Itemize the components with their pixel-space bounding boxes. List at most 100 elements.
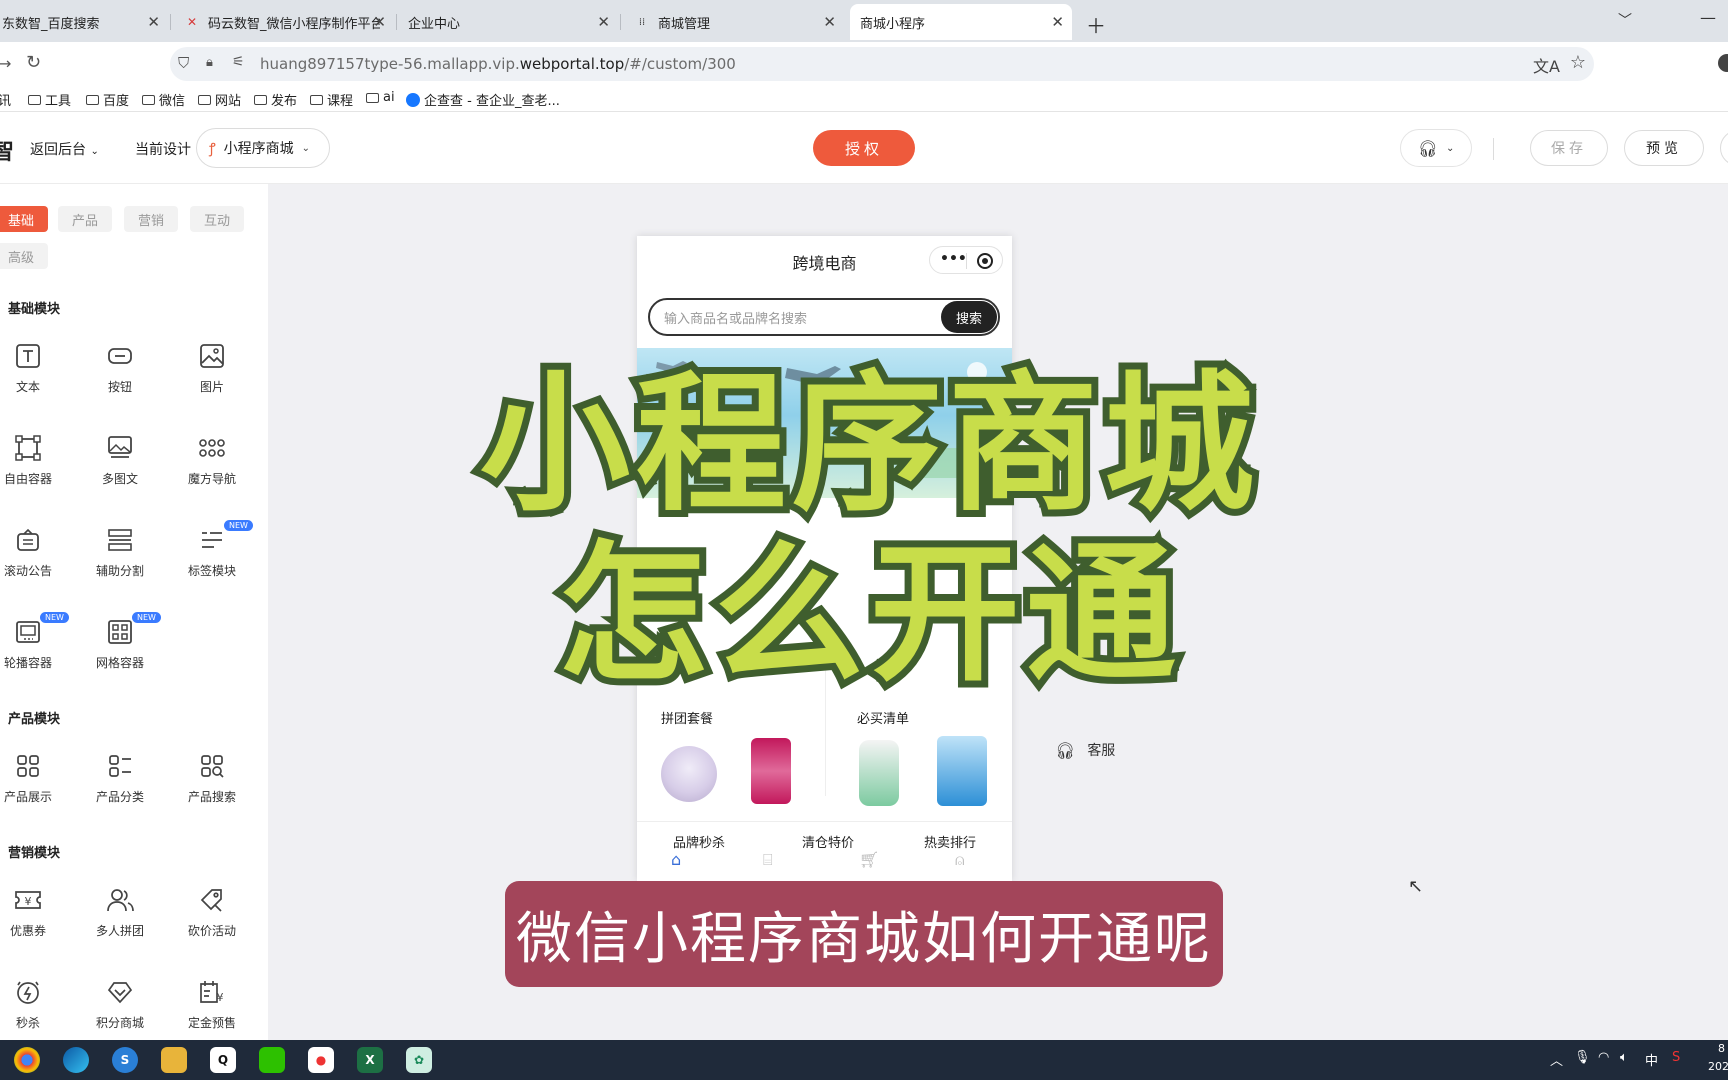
help-icon[interactable] xyxy=(1718,54,1728,72)
tab-basic[interactable]: 基础 xyxy=(0,206,48,232)
bookmark-folder[interactable]: 微信 xyxy=(142,90,185,109)
chevron-down-icon[interactable]: ﹀ xyxy=(1618,10,1632,30)
bookmark-qichacha[interactable]: 企查查 - 查企业_查老... xyxy=(406,90,560,109)
widget-text[interactable]: 文本 xyxy=(0,334,73,404)
tray-chevron-icon[interactable]: ︿ xyxy=(1550,1050,1563,1069)
shield-icon[interactable]: ⛉ xyxy=(178,54,189,72)
sogou-browser-icon[interactable]: S xyxy=(112,1047,138,1073)
user-icon[interactable]: ⍝ xyxy=(955,850,965,870)
side-tool-customer-service[interactable]: 🎧︎ 客服 xyxy=(1055,740,1115,760)
tab-interaction[interactable]: 互动 xyxy=(190,206,244,232)
bookmark-item[interactable]: 讯 xyxy=(0,90,11,109)
close-icon[interactable]: ✕ xyxy=(597,13,610,31)
deal-title-must-buy[interactable]: 必买清单 xyxy=(857,708,909,727)
search-button[interactable]: 搜索 xyxy=(941,301,997,333)
widget-product-search[interactable]: 产品搜索 xyxy=(167,744,257,814)
url-field[interactable]: ⛉ 🔒︎ ⚟ huang897157type-56.mallapp.vip.we… xyxy=(170,47,1594,81)
bookmark-folder[interactable]: ai xyxy=(366,90,395,105)
clock-date[interactable]: 202 xyxy=(1708,1060,1728,1073)
chrome-icon[interactable] xyxy=(14,1047,40,1073)
close-icon[interactable]: ✕ xyxy=(823,13,836,31)
video-editor-icon[interactable]: ● xyxy=(308,1047,334,1073)
more-icon[interactable]: ••• xyxy=(940,251,967,267)
store-icon[interactable]: ⌸ xyxy=(763,850,773,870)
widget-notice[interactable]: 滚动公告 xyxy=(0,518,73,588)
new-tab-icon[interactable]: ＋ xyxy=(1086,10,1106,39)
tab-marketing[interactable]: 营销 xyxy=(124,206,178,232)
close-icon[interactable]: ✕ xyxy=(373,13,386,31)
excel-icon[interactable]: X xyxy=(357,1047,383,1073)
authorize-button[interactable]: 授权 xyxy=(813,130,915,166)
edge-icon[interactable] xyxy=(63,1047,89,1073)
volume-icon[interactable]: 🔈︎ xyxy=(1620,1050,1628,1065)
product-image-cushion[interactable] xyxy=(661,746,717,802)
preview-button[interactable]: 预览 xyxy=(1624,130,1704,166)
widget-divider[interactable]: 辅助分割 xyxy=(75,518,165,588)
product-image-grape-seed[interactable] xyxy=(751,738,791,804)
widget-presale[interactable]: ¥ 定金预售 xyxy=(167,970,257,1040)
cart-icon[interactable]: 🛒︎ xyxy=(859,850,879,869)
miniprogram-capsule[interactable]: ••• xyxy=(929,246,1003,274)
widget-product-category[interactable]: 产品分类 xyxy=(75,744,165,814)
widget-group-buy[interactable]: 多人拼团 xyxy=(75,878,165,948)
widget-product-display[interactable]: 产品展示 xyxy=(0,744,73,814)
tag-icon xyxy=(198,526,226,554)
product-image-tube-green[interactable] xyxy=(859,740,899,806)
deal-title-group-package[interactable]: 拼团套餐 xyxy=(661,708,713,727)
close-icon[interactable]: ✕ xyxy=(1051,13,1064,31)
widget-carousel[interactable]: NEW 轮播容器 xyxy=(0,610,73,680)
app-flower-icon[interactable]: ✿ xyxy=(406,1047,432,1073)
site-settings-icon[interactable]: ⚟ xyxy=(232,54,245,70)
widget-flash-sale[interactable]: 秒杀 xyxy=(0,970,73,1040)
tab-mall-miniprogram[interactable]: 商城小程序 ✕ xyxy=(850,4,1072,40)
tab-mayun[interactable]: ✕ 码云数智_微信小程序制作平台_ ✕ xyxy=(174,4,394,40)
wechat-icon[interactable] xyxy=(259,1047,285,1073)
sogou-ime-icon[interactable]: S xyxy=(1672,1050,1680,1065)
search-placeholder: 输入商品名或品牌名搜索 xyxy=(664,312,808,327)
tab-advanced[interactable]: 高级 xyxy=(0,243,48,269)
lock-icon[interactable]: 🔒︎ xyxy=(206,55,213,70)
product-image-tube-blue[interactable] xyxy=(937,736,987,806)
bookmark-folder[interactable]: 网站 xyxy=(198,90,241,109)
widget-free-container[interactable]: 自由容器 xyxy=(0,426,73,496)
product-search-bar[interactable]: 输入商品名或品牌名搜索 搜索 xyxy=(648,298,1000,336)
file-explorer-icon[interactable] xyxy=(161,1047,187,1073)
qq-icon[interactable]: Q xyxy=(210,1047,236,1073)
ime-indicator[interactable]: 中 xyxy=(1645,1050,1658,1069)
bookmark-folder[interactable]: 百度 xyxy=(86,90,129,109)
tab-label: 商城小程序 xyxy=(860,16,926,32)
design-select[interactable]: ꝭ 小程序商城 ⌄ xyxy=(196,128,330,168)
bookmark-folder[interactable]: 工具 xyxy=(28,90,71,109)
tab-baidu[interactable]: 东数智_百度搜索 ✕ xyxy=(0,4,168,40)
star-icon[interactable]: ☆ xyxy=(1570,52,1586,73)
customer-support-menu[interactable]: 🎧︎ ⌄ xyxy=(1400,129,1472,167)
close-icon[interactable]: ✕ xyxy=(147,13,160,31)
widget-points-mall[interactable]: 积分商城 xyxy=(75,970,165,1040)
bookmark-folder[interactable]: 发布 xyxy=(254,90,297,109)
tab-mall-admin[interactable]: ⁞⁞ 商城管理 ✕ xyxy=(624,4,844,40)
wifi-icon[interactable]: ◠ xyxy=(1598,1050,1609,1065)
clock-hour[interactable]: 8 xyxy=(1718,1042,1725,1055)
tab-enterprise[interactable]: 企业中心 ✕ xyxy=(398,4,618,40)
save-button[interactable]: 保存 xyxy=(1530,130,1608,166)
close-miniprogram-icon[interactable] xyxy=(977,253,993,269)
more-button[interactable] xyxy=(1720,130,1728,166)
back-admin-menu[interactable]: 返回后台 ⌄ xyxy=(30,139,99,159)
minimize-icon[interactable]: — xyxy=(1700,8,1716,27)
widget-tag[interactable]: NEW 标签模块 xyxy=(167,518,257,588)
widget-cube-nav[interactable]: 魔方导航 xyxy=(167,426,257,496)
widget-image[interactable]: 图片 xyxy=(167,334,257,404)
widget-grid[interactable]: NEW 网格容器 xyxy=(75,610,165,680)
widget-bargain[interactable]: 砍价活动 xyxy=(167,878,257,948)
bookmark-folder[interactable]: 课程 xyxy=(310,90,353,109)
reload-icon[interactable]: ↻ xyxy=(26,52,41,73)
microphone-icon[interactable]: 🎙︎ xyxy=(1574,1050,1591,1065)
widget-coupon[interactable]: ¥ 优惠券 xyxy=(0,878,73,948)
widget-button[interactable]: 按钮 xyxy=(75,334,165,404)
tab-product[interactable]: 产品 xyxy=(58,206,112,232)
url-text[interactable]: huang897157type-56.mallapp.vip.webportal… xyxy=(260,55,736,73)
widget-multi-image[interactable]: 多图文 xyxy=(75,426,165,496)
translate-icon[interactable]: 文A xyxy=(1533,53,1560,77)
forward-icon[interactable]: → xyxy=(0,54,11,73)
home-icon[interactable]: ⌂ xyxy=(671,850,681,869)
